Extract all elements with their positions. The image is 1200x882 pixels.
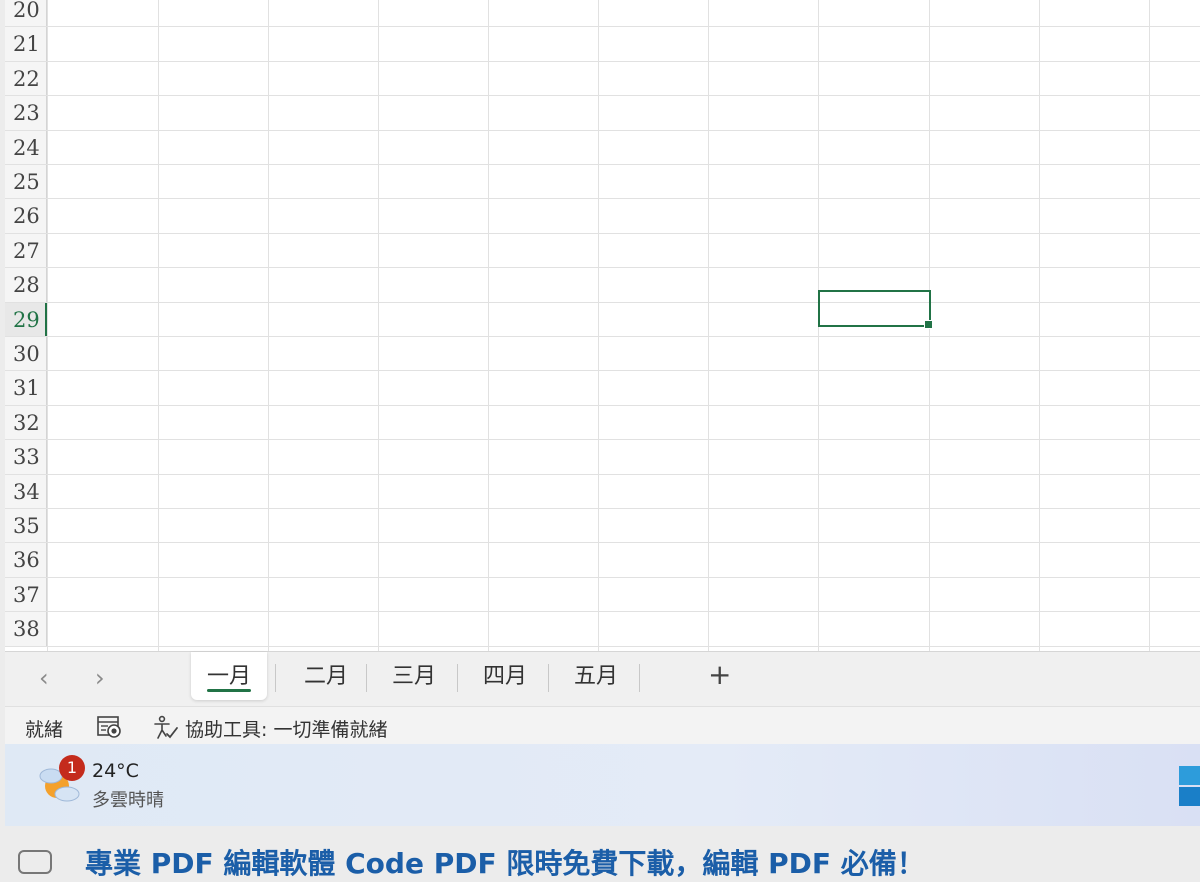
table-row[interactable]: 21	[5, 27, 1200, 62]
selected-cell[interactable]	[818, 290, 933, 329]
sheet-tab-3[interactable]: 三月	[372, 652, 456, 700]
weather-temperature[interactable]: 24°C	[92, 760, 139, 782]
sheet-tab-label: 二月	[303, 664, 348, 689]
table-row[interactable]: 33	[5, 440, 1200, 475]
row-header[interactable]: 33	[5, 440, 47, 474]
table-row[interactable]: 28	[5, 268, 1200, 303]
table-row[interactable]: 32	[5, 405, 1200, 441]
sheet-tab-label: 四月	[482, 664, 527, 689]
sheet-tab-bar: ‹ › 一月 二月 三月 四月 五月 +	[5, 651, 1200, 706]
column-divider	[1039, 0, 1040, 651]
background-headline: 專業 PDF 編輯軟體 Code PDF 限時免費下載，編輯 PDF 必備！	[85, 847, 925, 880]
next-sheet-arrow-icon[interactable]: ›	[95, 664, 105, 692]
row-header[interactable]: 35	[5, 509, 47, 543]
table-row[interactable]: 34	[5, 474, 1200, 509]
active-tab-underline	[207, 689, 251, 692]
row-header[interactable]: 21	[5, 27, 47, 61]
prev-sheet-arrow-icon[interactable]: ‹	[39, 664, 49, 692]
tab-separator	[457, 664, 458, 692]
status-ready: 就緒	[25, 719, 64, 741]
sheet-tab-label: 三月	[391, 664, 436, 689]
table-row[interactable]: 31	[5, 371, 1200, 406]
sheet-tab-1[interactable]: 一月	[191, 652, 267, 700]
table-row[interactable]: 30	[5, 337, 1200, 372]
row-header[interactable]: 22	[5, 61, 47, 96]
column-divider	[47, 0, 48, 651]
spreadsheet-grid[interactable]: 20 21 22 23 24 25 26 27 28 29 30 31 32 33 34 35 36 37 38	[5, 0, 1200, 651]
tab-separator	[275, 664, 276, 692]
row-header[interactable]: 38	[5, 612, 47, 646]
tab-separator	[639, 664, 640, 692]
column-divider	[268, 0, 269, 651]
row-header[interactable]: 36	[5, 543, 47, 577]
row-header[interactable]: 27	[5, 233, 47, 268]
row-header[interactable]: 26	[5, 199, 47, 233]
column-divider	[488, 0, 489, 651]
table-row[interactable]: 38	[5, 612, 1200, 647]
column-divider	[598, 0, 599, 651]
table-row[interactable]: 23	[5, 96, 1200, 131]
table-row[interactable]: 24	[5, 130, 1200, 165]
status-bar: 就緒 協助工具: 一切準備就緒	[5, 706, 1200, 744]
windows-start-icon[interactable]	[1179, 766, 1200, 806]
table-row[interactable]: 36	[5, 543, 1200, 578]
row-header[interactable]: 29	[5, 302, 47, 336]
row-header[interactable]: 32	[5, 405, 47, 440]
row-header[interactable]: 28	[5, 268, 47, 302]
row-header[interactable]: 25	[5, 165, 47, 199]
table-row[interactable]: 27	[5, 233, 1200, 269]
sheet-tab-4[interactable]: 四月	[463, 652, 547, 700]
row-header[interactable]: 23	[5, 96, 47, 130]
row-header[interactable]: 30	[5, 337, 47, 371]
row-header[interactable]: 20	[5, 0, 47, 27]
tab-separator	[548, 664, 549, 692]
background-checkbox-icon	[18, 850, 52, 874]
table-row[interactable]: 20	[5, 0, 1200, 28]
row-header[interactable]: 34	[5, 474, 47, 508]
sheet-tab-5[interactable]: 五月	[554, 652, 638, 700]
sheet-tab-label: 一月	[206, 664, 251, 689]
column-divider	[1149, 0, 1150, 651]
column-divider	[378, 0, 379, 651]
tab-separator	[366, 664, 367, 692]
add-sheet-icon[interactable]: +	[708, 658, 731, 691]
table-row[interactable]: 29	[5, 302, 1200, 337]
table-row[interactable]: 22	[5, 61, 1200, 97]
weather-condition[interactable]: 多雲時晴	[92, 786, 164, 812]
column-divider	[158, 0, 159, 651]
windows-taskbar: 1 24°C 多雲時晴	[5, 744, 1200, 826]
table-row[interactable]: 37	[5, 577, 1200, 613]
notification-badge: 1	[59, 755, 85, 781]
column-divider	[708, 0, 709, 651]
table-row[interactable]: 26	[5, 199, 1200, 234]
accessibility-icon[interactable]	[153, 715, 179, 746]
table-row[interactable]: 25	[5, 165, 1200, 200]
sheet-tab-2[interactable]: 二月	[283, 652, 369, 700]
macro-record-icon[interactable]	[97, 715, 123, 744]
table-row[interactable]: 35	[5, 509, 1200, 544]
row-header[interactable]: 37	[5, 577, 47, 612]
accessibility-status[interactable]: 協助工具: 一切準備就緒	[185, 715, 387, 742]
row-header[interactable]: 24	[5, 130, 47, 164]
excel-window: 20 21 22 23 24 25 26 27 28 29 30 31 32 33 34 35 36 37 38 ‹…	[5, 0, 1200, 826]
row-header[interactable]: 31	[5, 371, 47, 405]
sheet-tab-label: 五月	[573, 664, 618, 689]
fill-handle[interactable]	[924, 320, 933, 329]
